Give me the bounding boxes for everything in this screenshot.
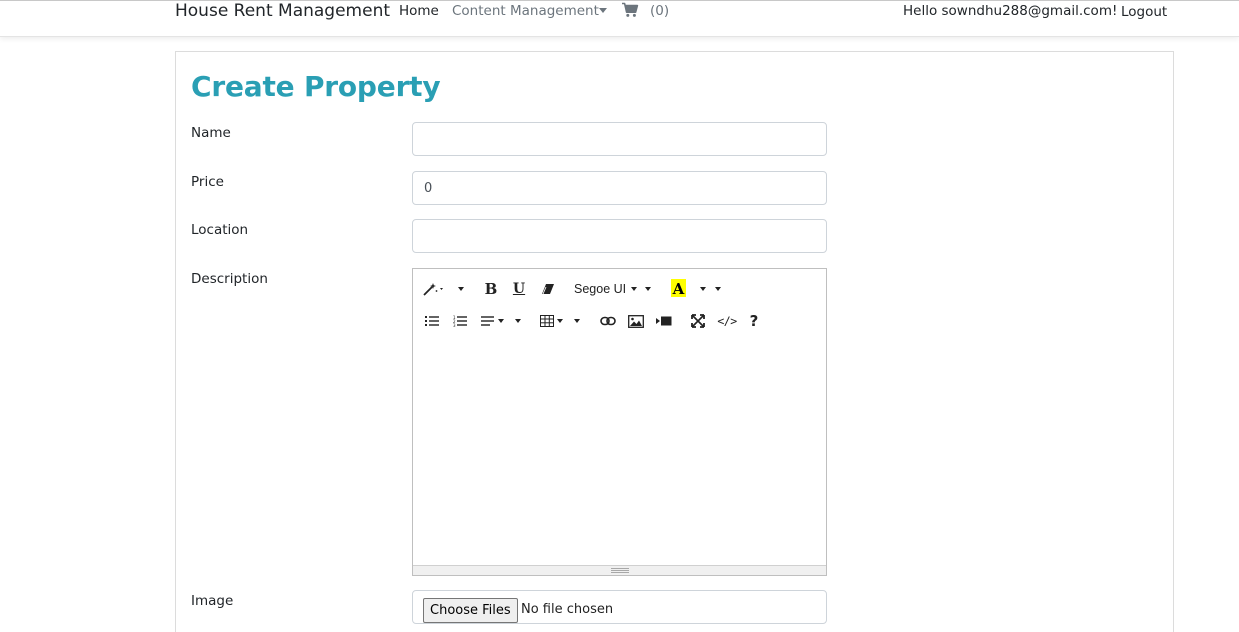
description-editor-area[interactable] <box>414 341 825 565</box>
resize-grip-icon <box>611 568 629 573</box>
font-family-label: Segoe UI <box>574 282 627 296</box>
picture-icon[interactable] <box>628 311 644 331</box>
rich-text-editor: B U Segoe UI A 1 2 3 </> ? <box>412 268 827 576</box>
magic-style-icon[interactable] <box>422 279 446 299</box>
unordered-list-icon[interactable] <box>424 311 440 331</box>
logout-link[interactable]: Logout <box>1121 4 1167 20</box>
fullscreen-icon[interactable] <box>690 311 706 331</box>
navbar-brand[interactable]: House Rent Management <box>175 1 390 21</box>
nav-dropdown-content-management[interactable]: Content Management <box>452 3 599 19</box>
image-file-input[interactable]: Choose Files No file chosen <box>412 590 827 624</box>
code-view-icon[interactable]: </> <box>716 311 738 331</box>
shopping-cart-icon[interactable] <box>621 2 639 18</box>
video-icon[interactable] <box>656 311 672 331</box>
svg-text:A: A <box>672 280 685 298</box>
image-label: Image <box>191 593 234 609</box>
bold-icon[interactable]: B <box>483 279 499 299</box>
cart-count[interactable]: (0) <box>650 3 669 19</box>
table-icon[interactable] <box>540 311 568 331</box>
text-color-icon[interactable]: A <box>671 277 686 299</box>
color-options-dropdown-icon[interactable] <box>713 279 723 299</box>
top-navbar: House Rent Management Home Content Manag… <box>0 0 1239 37</box>
underline-icon[interactable]: U <box>511 279 527 299</box>
user-greeting[interactable]: Hello sowndhu288@gmail.com! <box>903 3 1117 19</box>
price-input[interactable] <box>412 171 827 205</box>
price-label: Price <box>191 174 224 190</box>
font-family-dropdown-chevron-icon <box>645 287 652 291</box>
eraser-icon[interactable] <box>540 279 556 299</box>
help-icon[interactable]: ? <box>747 311 761 331</box>
link-icon[interactable] <box>600 311 616 331</box>
location-input[interactable] <box>412 219 827 253</box>
font-family-dropdown[interactable]: Segoe UI <box>574 279 654 299</box>
nav-link-home[interactable]: Home <box>399 3 439 19</box>
font-family-chevron-icon <box>631 287 638 291</box>
ordered-list-icon[interactable]: 1 2 3 <box>452 311 468 331</box>
paragraph-align-icon[interactable] <box>481 311 507 331</box>
choose-files-button[interactable]: Choose Files <box>423 598 518 623</box>
page-title: Create Property <box>191 70 441 103</box>
description-label: Description <box>191 271 268 287</box>
paragraph-dropdown-icon[interactable] <box>513 311 523 331</box>
editor-resize-handle[interactable] <box>413 565 826 575</box>
name-label: Name <box>191 125 231 141</box>
file-status-text: No file chosen <box>521 602 614 617</box>
color-dropdown-icon[interactable] <box>699 279 707 299</box>
magic-style-dropdown-icon[interactable] <box>456 279 466 299</box>
chevron-down-icon[interactable] <box>599 8 607 13</box>
svg-text:3: 3 <box>453 323 456 327</box>
table-dropdown-icon[interactable] <box>572 311 582 331</box>
name-input[interactable] <box>412 122 827 156</box>
location-label: Location <box>191 222 249 238</box>
